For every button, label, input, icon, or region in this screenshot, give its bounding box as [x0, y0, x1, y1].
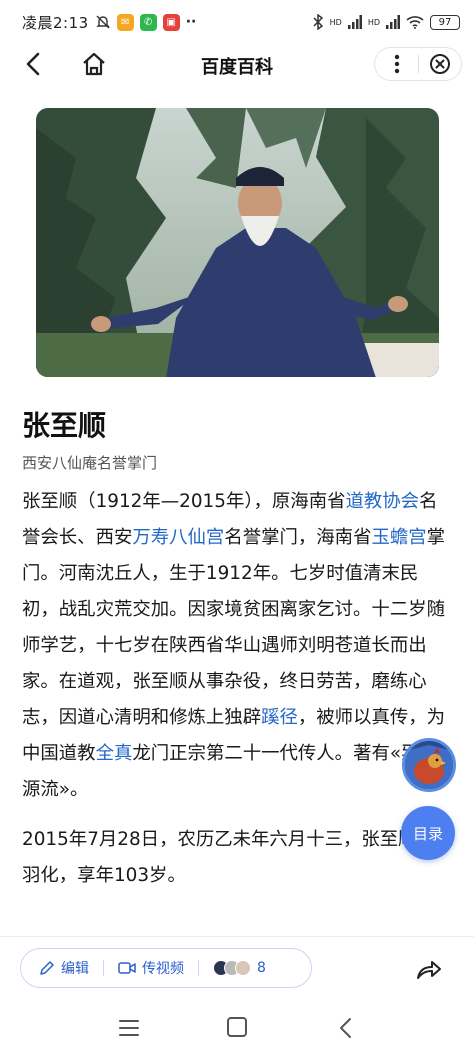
summary-paragraph: 张至顺（1912年—2015年），原海南省道教协会名誉会长、西安万寿八仙宫名誉掌… [22, 484, 454, 808]
pencil-icon [40, 961, 54, 975]
close-circle-icon [429, 54, 450, 74]
hero-photo[interactable] [36, 108, 439, 377]
recent-apps-icon[interactable] [118, 1018, 140, 1038]
battery-indicator: 97 [430, 14, 460, 30]
bluetooth-icon [313, 14, 323, 30]
link-daojiao-xiehui[interactable]: 道教协会 [345, 491, 419, 512]
entry-title: 张至顺 [22, 409, 107, 442]
contributors-button[interactable]: 8 [213, 960, 266, 976]
entry-subtitle: 西安八仙庵名誉掌门 [22, 454, 158, 472]
system-nav-bar [0, 1004, 474, 1053]
system-back-icon[interactable] [336, 1016, 356, 1040]
link-yuchan-gong[interactable]: 玉蟾宫 [371, 527, 426, 548]
video-camera-icon [118, 962, 136, 974]
contributor-avatars [213, 960, 251, 976]
toc-button[interactable]: 目录 [401, 806, 455, 860]
signal-hd-label-2: HD [367, 17, 380, 27]
home-icon[interactable] [80, 50, 108, 78]
wifi-icon [406, 16, 424, 29]
more-button[interactable] [375, 48, 418, 80]
text-run: 名誉掌门，海南省 [224, 527, 372, 548]
phone-app-icon: ✆ [139, 13, 157, 31]
nav-bar: 百度百科 [0, 44, 474, 84]
status-time: 凌晨2:13 [22, 13, 89, 32]
notification-app-icon: ✉ [116, 13, 134, 31]
system-home-button[interactable] [227, 1017, 247, 1037]
more-dots-icon [394, 54, 399, 74]
contributor-avatar [235, 960, 251, 976]
mute-bell-icon [95, 15, 110, 29]
entry-body: 张至顺（1912年—2015年），原海南省道教协会名誉会长、西安万寿八仙宫名誉掌… [22, 484, 454, 894]
capsule-menu [374, 47, 462, 81]
link-quanzhen[interactable]: 全真 [96, 743, 133, 764]
toolbar-separator [103, 960, 104, 976]
contributors-count: 8 [257, 960, 266, 976]
signal-hd-label-1: HD [329, 17, 342, 27]
link-wanshou-baxiangong[interactable]: 万寿八仙宫 [132, 527, 224, 548]
assistant-avatar-button[interactable] [402, 738, 456, 792]
upload-video-label: 传视频 [142, 961, 184, 977]
toolbar-separator [198, 960, 199, 976]
action-toolbar: 编辑 传视频 8 [20, 948, 312, 988]
back-arrow-icon[interactable] [20, 50, 48, 78]
share-icon[interactable] [414, 954, 444, 984]
text-run: 掌门。河南沈丘人，生于1912年。七岁时值清末民初，战乱灾荒交加。因家境贫困离家… [22, 527, 446, 728]
upload-video-button[interactable]: 传视频 [118, 958, 184, 978]
signal-icon-2 [386, 15, 400, 29]
status-left: 凌晨2:13 ✉ ✆ ▣ ·· [22, 12, 196, 33]
death-paragraph: 2015年7月28日，农历乙未年六月十三，张至顺道长羽化，享年103岁。 [22, 829, 454, 886]
assistant-rooster-icon [405, 741, 453, 789]
status-bar: 凌晨2:13 ✉ ✆ ▣ ·· HD HD 97 [0, 0, 474, 44]
edit-button[interactable]: 编辑 [39, 958, 89, 978]
status-overflow: ·· [185, 14, 197, 30]
edit-label: 编辑 [61, 961, 89, 977]
status-right: HD HD 97 [312, 14, 460, 30]
toolbar-divider [0, 936, 474, 937]
signal-icon [347, 15, 362, 29]
text-run: 张至顺（1912年—2015年），原海南省 [22, 491, 346, 512]
shop-app-icon: ▣ [162, 13, 180, 31]
link-xijing[interactable]: 蹊径 [261, 707, 298, 728]
close-button[interactable] [419, 48, 461, 80]
